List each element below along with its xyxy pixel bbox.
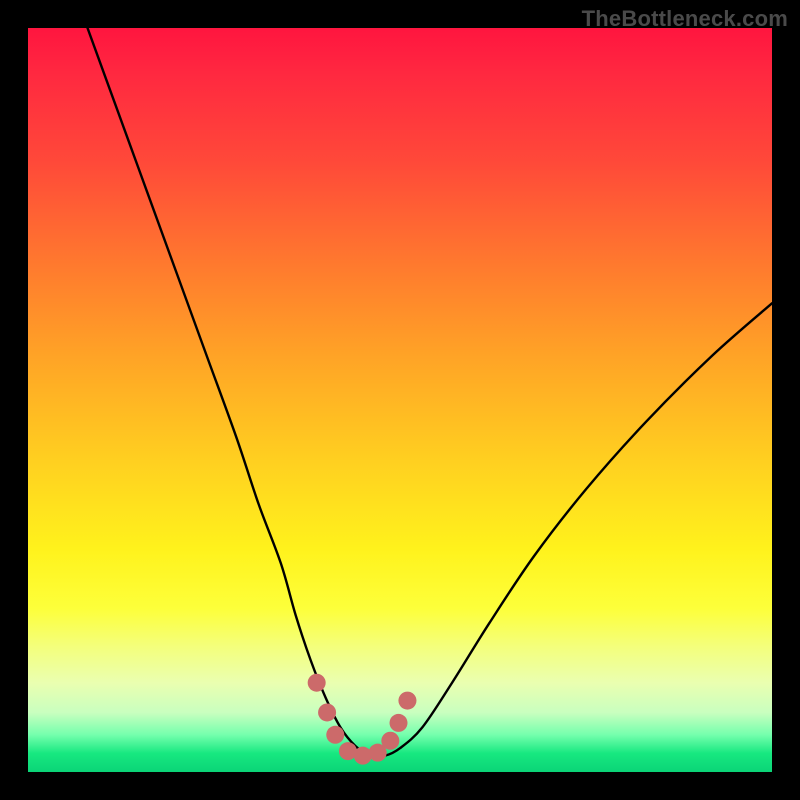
- chart-frame: TheBottleneck.com: [0, 0, 800, 800]
- trough-marker: [354, 747, 372, 765]
- trough-marker: [381, 732, 399, 750]
- trough-marker: [326, 726, 344, 744]
- curve-layer: [28, 28, 772, 772]
- trough-marker: [308, 674, 326, 692]
- watermark-text: TheBottleneck.com: [582, 6, 788, 32]
- bottleneck-curve: [88, 28, 772, 757]
- trough-marker: [390, 714, 408, 732]
- trough-marker: [318, 703, 336, 721]
- trough-markers: [308, 674, 417, 765]
- trough-marker: [398, 692, 416, 710]
- plot-area: [28, 28, 772, 772]
